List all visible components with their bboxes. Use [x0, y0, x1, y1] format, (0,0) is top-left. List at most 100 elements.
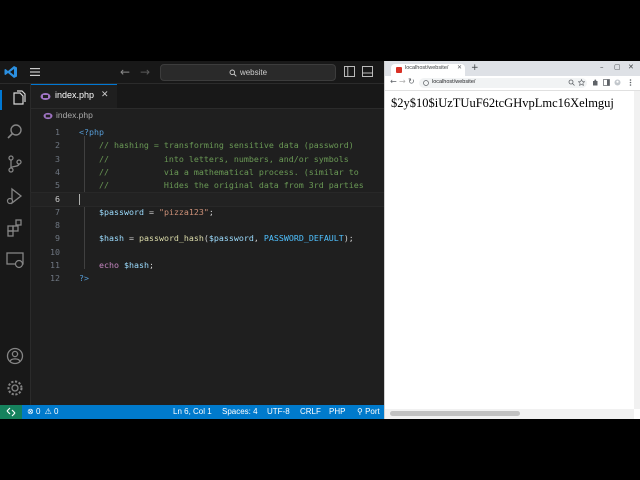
vertical-scrollbar[interactable]	[634, 91, 640, 409]
browser-tab-strip: localhost/website/ ✕ + – ▢ ✕	[385, 61, 640, 76]
code-token: echo	[98, 260, 119, 270]
end-of-line[interactable]: CRLF	[300, 405, 321, 419]
line-code: <?php	[79, 126, 104, 139]
error-icon: ⊗	[27, 407, 34, 416]
code-line[interactable]: 8	[31, 219, 385, 232]
code-line[interactable]: 12 ?>	[31, 272, 385, 285]
code-line[interactable]: 11 echo $hash;	[31, 259, 385, 272]
encoding[interactable]: UTF-8	[267, 405, 290, 419]
line-code: ?>	[79, 272, 89, 285]
more-options-icon[interactable]	[627, 79, 634, 86]
code-token: ;	[148, 260, 154, 270]
code-token: =	[143, 206, 159, 217]
text-cursor	[79, 193, 80, 205]
php-file-icon	[40, 93, 51, 100]
code-token: ,	[253, 233, 264, 244]
command-center[interactable]: website	[160, 64, 336, 81]
address-bar[interactable]: localhost/website/	[419, 78, 587, 88]
vscode-logo-icon	[4, 66, 17, 78]
toggle-primary-sidebar-icon[interactable]	[344, 66, 355, 77]
forwarded-ports[interactable]: ⚲ Port	[357, 405, 380, 419]
zoom-icon[interactable]	[568, 79, 575, 86]
extensions-icon[interactable]	[5, 218, 25, 238]
line-number: 12	[50, 273, 60, 284]
reload-icon[interactable]: ↻	[408, 77, 415, 86]
accounts-icon[interactable]	[5, 346, 25, 366]
line-number: 10	[50, 246, 60, 257]
forward-icon[interactable]: →	[399, 77, 406, 86]
problems-indicator[interactable]: ⊗ 0 ⚠ 0	[27, 405, 58, 419]
code-token: // hashing = transforming sensitive data…	[79, 140, 354, 151]
horizontal-scrollbar[interactable]	[385, 409, 634, 419]
source-control-icon[interactable]	[5, 154, 25, 174]
bookmark-star-icon[interactable]	[578, 79, 585, 86]
line-code: $hash = password_hash($password, PASSWOR…	[79, 232, 354, 245]
code-token: // Hides the original data from 3rd part…	[79, 180, 364, 191]
error-count: 0	[35, 407, 41, 416]
favicon-icon	[396, 67, 402, 73]
cursor-position[interactable]: Ln 6, Col 1	[173, 405, 212, 419]
remote-indicator[interactable]	[0, 405, 22, 419]
line-number: 3	[55, 153, 60, 164]
code-token: $hash	[123, 260, 149, 270]
code-token: ;	[208, 206, 214, 217]
remote-icon	[6, 407, 16, 417]
settings-gear-icon[interactable]	[5, 378, 25, 398]
line-number: 9	[55, 233, 60, 244]
close-window-icon[interactable]: ✕	[628, 63, 634, 71]
code-line[interactable]: 10	[31, 246, 385, 259]
language-mode[interactable]: PHP	[329, 405, 345, 419]
indentation[interactable]: Spaces: 4	[222, 405, 258, 419]
code-line[interactable]: 2 // hashing = transforming sensitive da…	[31, 139, 385, 152]
code-line[interactable]: 3 // into letters, numbers, and/or symbo…	[31, 153, 385, 166]
line-code: // into letters, numbers, and/or symbols	[79, 153, 349, 166]
code-token: password_hash	[138, 233, 204, 244]
code-line[interactable]: 5 // Hides the original data from 3rd pa…	[31, 179, 385, 192]
line-number: 5	[55, 180, 60, 191]
code-token: ?>	[79, 273, 89, 284]
hash-output: $2y$10$iUzTUuF62tcGHvpLmc16Xelmguj	[391, 96, 614, 110]
new-tab-icon[interactable]: +	[471, 63, 479, 73]
editor-tab-bar: index.php ✕	[31, 84, 385, 109]
port-label: Port	[365, 407, 380, 416]
line-number: 6	[55, 193, 60, 204]
search-icon[interactable]	[5, 122, 25, 142]
side-panel-icon[interactable]	[603, 79, 610, 86]
code-editor[interactable]: 1 <?php 2 // hashing = transforming sensit…	[30, 123, 386, 407]
code-line[interactable]: 7 $password = "pizza123";	[31, 206, 385, 219]
line-code: // via a mathematical process. (similar …	[79, 166, 359, 179]
code-token: <?php	[79, 127, 104, 137]
line-number: 4	[55, 166, 60, 177]
toggle-panel-icon[interactable]	[362, 66, 373, 77]
back-icon[interactable]: ←	[390, 77, 397, 86]
code-line[interactable]: 6	[30, 191, 386, 207]
go-back-icon[interactable]: ←	[120, 65, 130, 79]
extensions-puzzle-icon[interactable]	[592, 79, 599, 86]
go-forward-icon[interactable]: →	[140, 65, 150, 79]
menu-icon[interactable]	[29, 66, 41, 78]
close-tab-icon[interactable]: ✕	[101, 90, 109, 100]
maximize-icon[interactable]: ▢	[614, 63, 621, 71]
explorer-icon[interactable]	[0, 90, 27, 110]
code-token: "pizza123"	[158, 206, 209, 217]
minimize-icon[interactable]: –	[600, 63, 604, 71]
code-line[interactable]: 1 <?php	[31, 126, 385, 139]
browser-window: localhost/website/ ✕ + – ▢ ✕ ← → ↻ local…	[384, 61, 640, 419]
tab-index-php[interactable]: index.php ✕	[31, 84, 117, 108]
line-number: 7	[55, 206, 60, 217]
code-token: );	[343, 233, 354, 244]
code-line[interactable]: 9 $hash = password_hash($password, PASSW…	[31, 232, 385, 245]
search-icon	[229, 69, 237, 77]
breadcrumb-file[interactable]: index.php	[56, 110, 93, 120]
browser-tab[interactable]: localhost/website/ ✕	[391, 64, 465, 76]
profile-icon[interactable]	[614, 79, 621, 86]
horizontal-scrollbar-thumb[interactable]	[390, 411, 520, 416]
browser-tab-title: localhost/website/	[405, 65, 449, 71]
run-and-debug-icon[interactable]	[5, 186, 25, 206]
remote-explorer-icon[interactable]	[5, 250, 25, 270]
line-number: 2	[55, 140, 60, 151]
code-line[interactable]: 4 // via a mathematical process. (simila…	[31, 166, 385, 179]
close-tab-icon[interactable]: ✕	[457, 64, 462, 71]
